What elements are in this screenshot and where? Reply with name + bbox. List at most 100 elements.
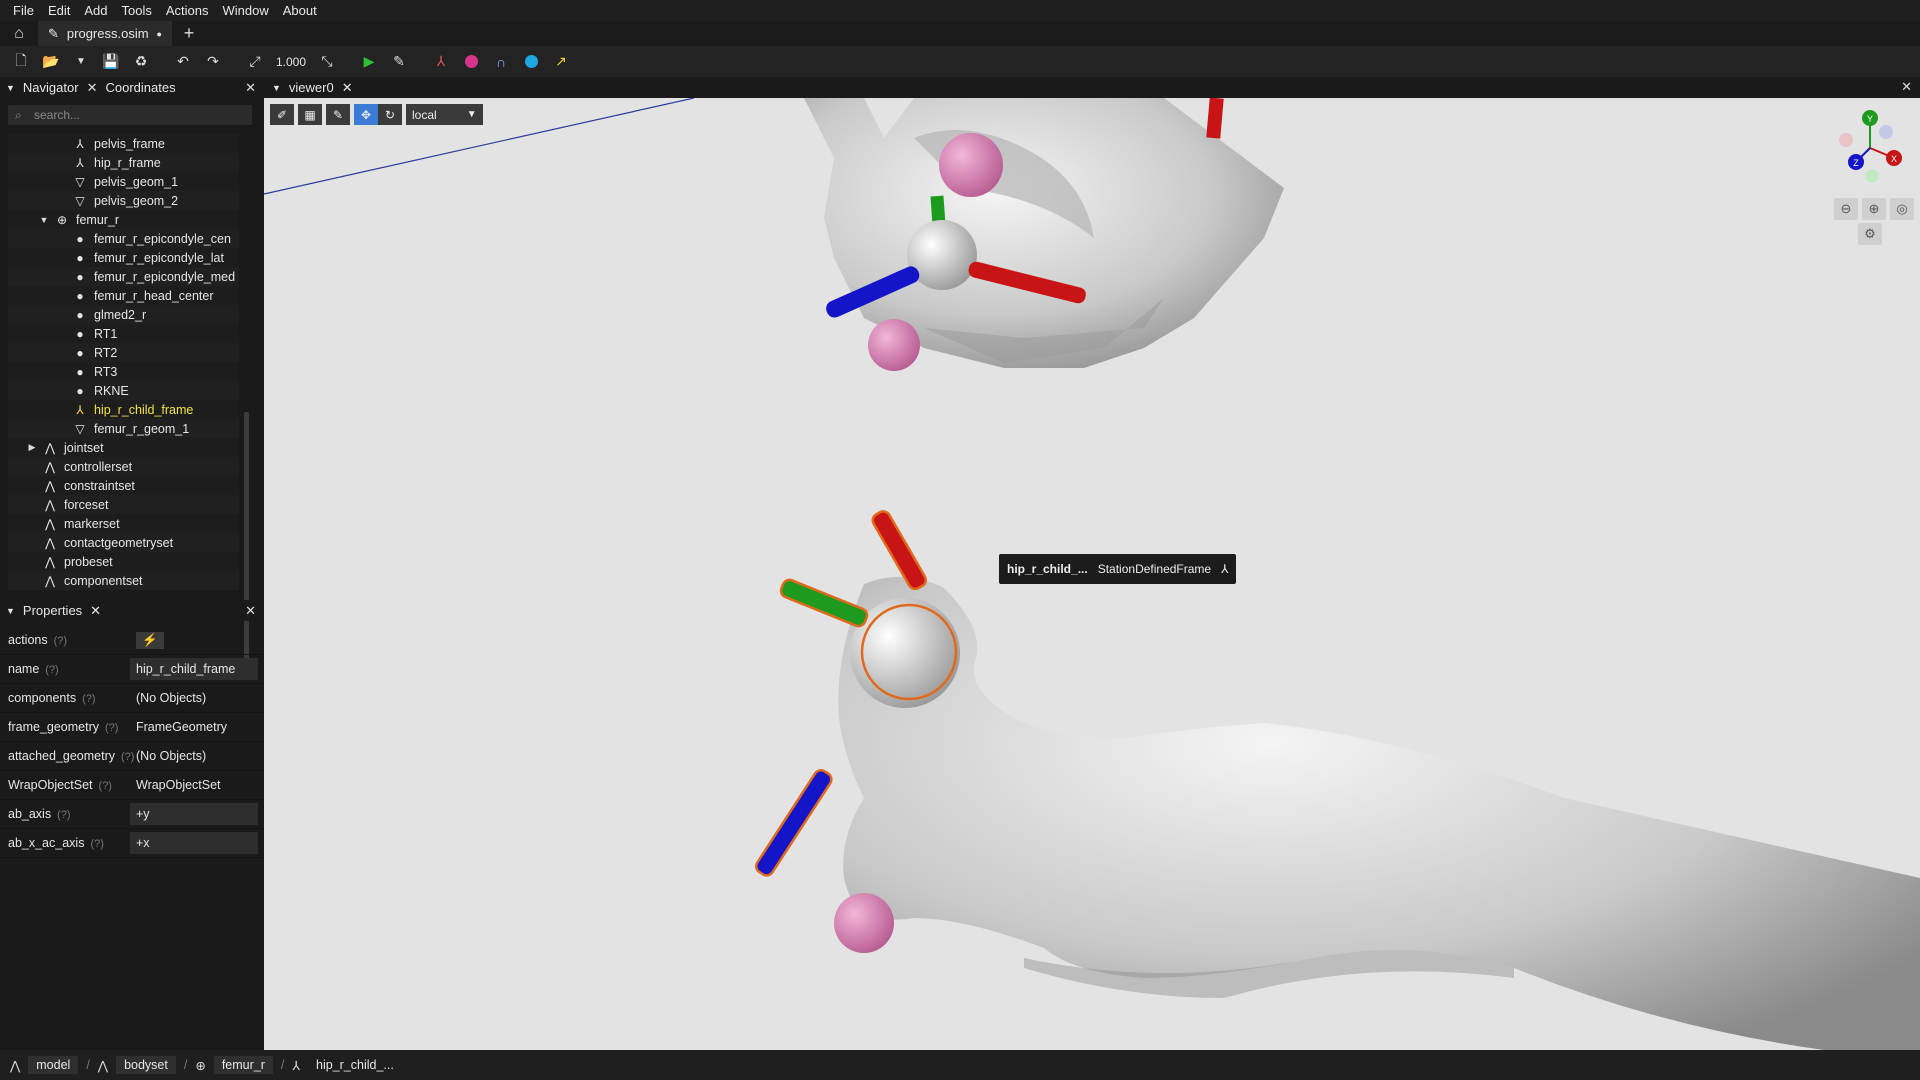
collapse-icon[interactable]: ▼ bbox=[6, 606, 15, 616]
search-input[interactable]: ⌕ search... bbox=[8, 105, 252, 125]
name-field[interactable]: hip_r_child_frame bbox=[130, 658, 258, 680]
help-marker[interactable]: (?) bbox=[45, 664, 58, 676]
tree-item[interactable]: ● RT3 bbox=[8, 362, 239, 381]
menu-window[interactable]: Window bbox=[216, 3, 276, 18]
collapse-icon[interactable]: ▼ bbox=[272, 83, 281, 93]
autoscale-icon[interactable]: ⤡ bbox=[314, 50, 340, 74]
tree-item[interactable]: ⋀ forceset bbox=[8, 495, 239, 514]
menu-tools[interactable]: Tools bbox=[115, 3, 159, 18]
help-marker[interactable]: (?) bbox=[57, 809, 70, 821]
close-panel-icon[interactable]: ✕ bbox=[245, 80, 256, 96]
edit-icon[interactable]: ✎ bbox=[386, 50, 412, 74]
grid-toggle-icon[interactable]: ▦ bbox=[298, 104, 322, 125]
translate-gizmo-icon[interactable]: ✥ bbox=[354, 104, 378, 125]
breadcrumb-femur-r[interactable]: femur_r bbox=[213, 1056, 273, 1074]
axes-gizmo[interactable]: Y X Z bbox=[1830, 108, 1910, 188]
save-icon[interactable]: 💾 bbox=[98, 50, 124, 74]
home-icon[interactable]: ⌂ bbox=[0, 25, 38, 43]
run-simulation-icon[interactable]: ▶ bbox=[356, 50, 382, 74]
close-viewer-tab-icon[interactable]: ✕ bbox=[342, 80, 353, 96]
show-contact-icon[interactable] bbox=[518, 50, 544, 74]
show-muscles-icon[interactable]: ∩ bbox=[488, 50, 514, 74]
zoom-out-icon[interactable]: ⊖ bbox=[1834, 198, 1858, 220]
tree-item-femur-r[interactable]: ▼ ⊕ femur_r bbox=[8, 210, 239, 229]
tab-navigator[interactable]: Navigator bbox=[23, 80, 79, 95]
ruler-icon[interactable]: ✎ bbox=[326, 104, 350, 125]
close-navigator-icon[interactable]: ✕ bbox=[87, 80, 98, 96]
close-viewer-icon[interactable]: ✕ bbox=[1901, 79, 1912, 95]
ab-x-ac-axis-field[interactable]: +x bbox=[130, 832, 258, 854]
menu-about[interactable]: About bbox=[276, 3, 324, 18]
help-marker[interactable]: (?) bbox=[105, 722, 118, 734]
tree-item[interactable]: ▽ pelvis_geom_2 bbox=[8, 191, 239, 210]
tree-item[interactable]: ⅄ hip_r_frame bbox=[8, 153, 239, 172]
measure-icon[interactable]: ✐ bbox=[270, 104, 294, 125]
help-marker[interactable]: (?) bbox=[90, 838, 103, 850]
tree-item[interactable]: ● femur_r_epicondyle_lat bbox=[8, 248, 239, 267]
close-panel-icon[interactable]: ✕ bbox=[245, 603, 256, 619]
show-frames-icon[interactable]: ⅄ bbox=[428, 50, 454, 74]
tree-item-jointset[interactable]: ▶ ⋀ jointset bbox=[8, 438, 239, 457]
expand-arrow-icon[interactable]: ▶ bbox=[26, 442, 38, 453]
tree-item[interactable]: ● femur_r_head_center bbox=[8, 286, 239, 305]
3d-viewport[interactable]: ✐ ▦ ✎ ✥ ↻ local ▼ hip_r_child_... Statio… bbox=[264, 98, 1920, 1050]
rotate-gizmo-icon[interactable]: ↻ bbox=[378, 104, 402, 125]
reload-icon[interactable]: ♻ bbox=[128, 50, 154, 74]
menu-file[interactable]: File bbox=[6, 3, 41, 18]
tree-item[interactable]: ⅄ pelvis_frame bbox=[8, 134, 239, 153]
tree-item[interactable]: ● RT1 bbox=[8, 324, 239, 343]
recent-dropdown-icon[interactable]: ▼ bbox=[68, 50, 94, 74]
undo-icon[interactable]: ↶ bbox=[170, 50, 196, 74]
ab-axis-field[interactable]: +y bbox=[130, 803, 258, 825]
tab-progress-osim[interactable]: ✎ progress.osim ● bbox=[38, 21, 172, 46]
menu-actions[interactable]: Actions bbox=[159, 3, 216, 18]
close-properties-icon[interactable]: ✕ bbox=[90, 603, 101, 619]
new-file-icon[interactable]: 🗋 bbox=[8, 50, 34, 74]
help-marker[interactable]: (?) bbox=[54, 635, 67, 647]
collapse-icon[interactable]: ▼ bbox=[6, 83, 15, 93]
open-folder-icon[interactable]: 📂 bbox=[38, 50, 64, 74]
marker-icon: ● bbox=[76, 383, 84, 398]
tree-item[interactable]: ● femur_r_epicondyle_med bbox=[8, 267, 239, 286]
menu-add[interactable]: Add bbox=[77, 3, 114, 18]
tree-item[interactable]: ● RKNE bbox=[8, 381, 239, 400]
tree-item[interactable]: ⋀ controllerset bbox=[8, 457, 239, 476]
menu-edit[interactable]: Edit bbox=[41, 3, 77, 18]
scale-value[interactable]: 1.000 bbox=[272, 55, 310, 69]
tree-item[interactable]: ● femur_r_epicondyle_cen bbox=[8, 229, 239, 248]
set-icon: ⋀ bbox=[45, 440, 55, 455]
show-markers-icon[interactable] bbox=[458, 50, 484, 74]
tree-item[interactable]: ● glmed2_r bbox=[8, 305, 239, 324]
tree-item[interactable]: ⋀ componentset bbox=[8, 571, 239, 590]
navigator-header: ▼ Navigator ✕ Coordinates ✕ bbox=[0, 77, 264, 98]
tab-viewer0[interactable]: viewer0 bbox=[289, 80, 334, 95]
expand-arrow-icon[interactable]: ▼ bbox=[38, 215, 50, 225]
scale-icon[interactable]: ⤢ bbox=[242, 50, 268, 74]
tab-properties[interactable]: Properties bbox=[23, 603, 82, 618]
set-icon: ⋀ bbox=[45, 478, 55, 493]
tree-item[interactable]: ▽ pelvis_geom_1 bbox=[8, 172, 239, 191]
tree-item-selected[interactable]: ⅄ hip_r_child_frame bbox=[8, 400, 239, 419]
camera-settings-gear-icon[interactable]: ⚙ bbox=[1858, 223, 1882, 245]
property-value[interactable]: FrameGeometry bbox=[130, 716, 258, 738]
tree-item[interactable]: ⋀ contactgeometryset bbox=[8, 533, 239, 552]
tree-item[interactable]: ● RT2 bbox=[8, 343, 239, 362]
add-tab-button[interactable]: + bbox=[172, 23, 206, 44]
zoom-in-icon[interactable]: ⊕ bbox=[1862, 198, 1886, 220]
tree-item[interactable]: ⋀ constraintset bbox=[8, 476, 239, 495]
property-value[interactable]: WrapObjectSet bbox=[130, 774, 258, 796]
actions-button[interactable]: ⚡ bbox=[130, 629, 258, 651]
redo-icon[interactable]: ↷ bbox=[200, 50, 226, 74]
tree-item[interactable]: ⋀ probeset bbox=[8, 552, 239, 571]
help-marker[interactable]: (?) bbox=[99, 780, 112, 792]
tree-item[interactable]: ⋀ markerset bbox=[8, 514, 239, 533]
show-forces-icon[interactable]: ↗ bbox=[548, 50, 574, 74]
tree-item[interactable]: ▽ femur_r_geom_1 bbox=[8, 419, 239, 438]
help-marker[interactable]: (?) bbox=[82, 693, 95, 705]
property-key: ab_x_ac_axis bbox=[8, 836, 85, 850]
frame-mode-select[interactable]: local ▼ bbox=[406, 104, 483, 125]
breadcrumb-bodyset[interactable]: bodyset bbox=[116, 1056, 176, 1074]
tab-coordinates[interactable]: Coordinates bbox=[105, 80, 175, 95]
breadcrumb-model[interactable]: model bbox=[28, 1056, 79, 1074]
autofocus-icon[interactable]: ◎ bbox=[1890, 198, 1914, 220]
